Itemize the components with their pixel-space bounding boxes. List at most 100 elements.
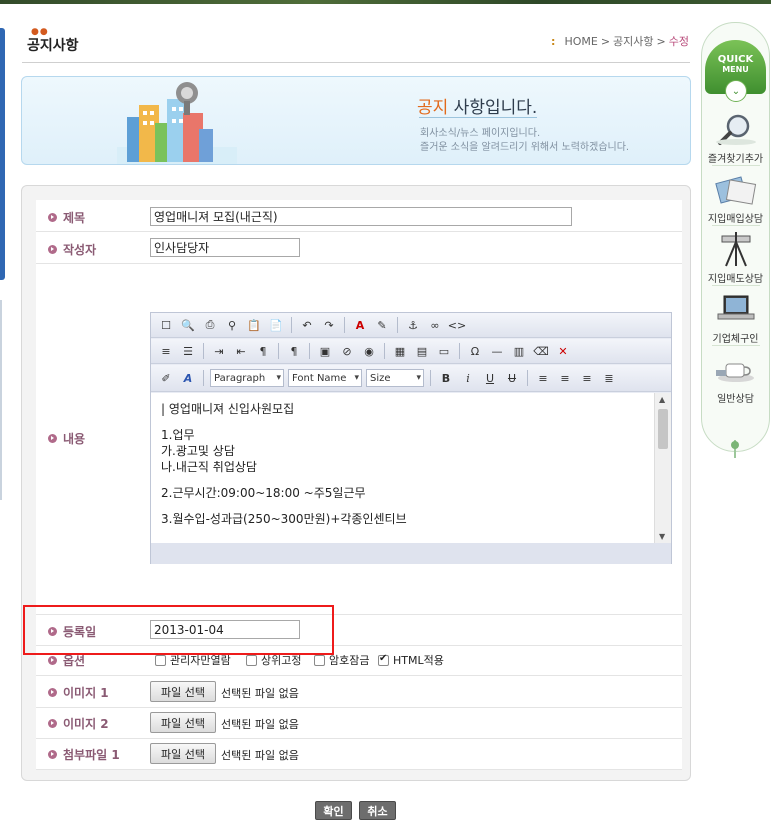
align-justify-icon[interactable]: ≣ — [600, 369, 618, 387]
checkbox-checked[interactable] — [378, 653, 389, 666]
image-icon[interactable]: ▣ — [316, 342, 334, 360]
toolbar-separator — [344, 317, 345, 333]
label-bullet-icon — [48, 656, 57, 665]
quick-item-general-consult[interactable]: 일반상담 — [703, 390, 768, 405]
format-select[interactable]: Paragraph — [210, 369, 284, 387]
remove-format-icon[interactable]: ✕ — [554, 342, 572, 360]
breadcrumb-home[interactable]: HOME — [564, 35, 597, 48]
left-nav-edge — [0, 28, 5, 280]
quick-item-buy-consult[interactable]: 지입매입상담 — [703, 210, 768, 225]
editor-content-area[interactable]: | 영업매니져 신입사원모집 1.업무 가.광고및 상담 나.내근직 취업상담 … — [151, 393, 654, 543]
label-bullet-icon — [48, 245, 57, 254]
notice-banner: 공지 사항입니다. 회사소식/뉴스 페이지입니다. 즐거운 소식을 알려드리기 … — [21, 76, 691, 165]
quick-menu-toggle-icon[interactable]: ⌄ — [725, 80, 747, 102]
option-html[interactable]: HTML적용 — [378, 652, 444, 668]
scroll-down-icon[interactable]: ▼ — [659, 532, 665, 541]
special-char-icon[interactable]: Ω — [466, 342, 484, 360]
toolbar-separator — [459, 343, 460, 359]
left-nav-edge-lower — [0, 300, 2, 500]
breadcrumb-notice[interactable]: 공지사항 — [613, 33, 653, 49]
horizontal-rule-icon[interactable]: — — [488, 342, 506, 360]
toolbar-separator — [397, 317, 398, 333]
documents-icon — [715, 176, 757, 205]
font-size-select[interactable]: Size — [366, 369, 424, 387]
outdent-icon[interactable]: ⇤ — [232, 342, 250, 360]
rich-text-editor: ☐ 🔍 ⎙ ⚲ 📋 📄 ↶ ↷ A ✎ ⚓ ∞ <> ≡ ☰ ⇥ ⇤ ¶ ¶ ▣… — [150, 312, 672, 564]
underline-icon[interactable]: U — [481, 369, 499, 387]
confirm-button[interactable]: 확인 — [315, 801, 352, 820]
editor-status-bar — [151, 543, 671, 564]
label-bullet-icon — [48, 688, 57, 697]
quick-item-company-hiring[interactable]: 기업체구인 — [703, 330, 768, 345]
paste-text-icon[interactable]: 📋 — [245, 316, 263, 334]
text-color-icon[interactable]: A — [351, 316, 369, 334]
quick-item-sell-consult[interactable]: 지입매도상담 — [703, 270, 768, 285]
source-code-icon[interactable]: <> — [448, 316, 466, 334]
anchor-icon[interactable]: ⚓ — [404, 316, 422, 334]
form-icon[interactable]: ▭ — [435, 342, 453, 360]
scrollbar-thumb[interactable] — [658, 409, 668, 449]
italic-icon[interactable]: i — [459, 369, 477, 387]
ordered-list-icon[interactable]: ≡ — [157, 342, 175, 360]
author-input[interactable] — [150, 238, 300, 257]
media-icon[interactable]: ◉ — [360, 342, 378, 360]
insert-box-icon[interactable]: ▥ — [510, 342, 528, 360]
bold-icon[interactable]: B — [437, 369, 455, 387]
find-icon[interactable]: ⚲ — [223, 316, 241, 334]
magnifier-icon — [716, 114, 756, 145]
rtl-icon[interactable]: ¶ — [285, 342, 303, 360]
editor-line: 3.월수입-성과급(250~300만원)+각종인센티브 — [161, 512, 407, 526]
toolbar-separator — [203, 370, 204, 386]
toolbar-separator — [384, 343, 385, 359]
link-icon[interactable]: ∞ — [426, 316, 444, 334]
ltr-icon[interactable]: ¶ — [254, 342, 272, 360]
align-left-icon[interactable]: ≡ — [534, 369, 552, 387]
flash-icon[interactable]: ⊘ — [338, 342, 356, 360]
eraser-icon[interactable]: ⌫ — [532, 342, 550, 360]
image2-file-button[interactable]: 파일 선택 — [150, 712, 216, 733]
undo-icon[interactable]: ↶ — [298, 316, 316, 334]
label-bullet-icon — [48, 434, 57, 443]
content-label: 내용 — [48, 430, 85, 447]
indent-icon[interactable]: ⇥ — [210, 342, 228, 360]
image2-file-status: 선택된 파일 없음 — [221, 718, 299, 731]
quick-menu-stem-dot — [731, 441, 739, 449]
editor-toolbar-1: ☐ 🔍 ⎙ ⚲ 📋 📄 ↶ ↷ A ✎ ⚓ ∞ <> — [151, 313, 671, 338]
checkbox[interactable] — [314, 654, 325, 666]
strikethrough-icon[interactable]: U — [503, 369, 521, 387]
quick-menu-divider — [712, 225, 760, 226]
image1-file-button[interactable]: 파일 선택 — [150, 681, 216, 702]
style-icon[interactable]: A — [179, 369, 197, 387]
quick-item-favorite[interactable]: 즐겨찾기추가 — [703, 150, 768, 165]
laptop-icon — [717, 295, 755, 320]
print-icon[interactable]: ⎙ — [201, 316, 219, 334]
subject-input[interactable] — [150, 207, 572, 226]
banner-headline: 공지 사항입니다. — [417, 98, 538, 118]
table-icon[interactable]: ▦ — [391, 342, 409, 360]
fullscreen-icon[interactable]: ☐ — [157, 316, 175, 334]
page-title: 공지사항 — [27, 38, 79, 54]
align-center-icon[interactable]: ≡ — [556, 369, 574, 387]
highlight-color-icon[interactable]: ✎ — [373, 316, 391, 334]
preview-icon[interactable]: 🔍 — [179, 316, 197, 334]
align-right-icon[interactable]: ≡ — [578, 369, 596, 387]
quick-menu-divider — [712, 345, 760, 346]
paste-word-icon[interactable]: 📄 — [267, 316, 285, 334]
image1-file-status: 선택된 파일 없음 — [221, 687, 299, 700]
edit-style-icon[interactable]: ✐ — [157, 369, 175, 387]
toolbar-separator — [203, 343, 204, 359]
attachment-file-button[interactable]: 파일 선택 — [150, 743, 216, 764]
cancel-button[interactable]: 취소 — [359, 801, 396, 820]
checkbox[interactable] — [246, 654, 257, 666]
bullet-list-icon[interactable]: ☰ — [179, 342, 197, 360]
table-edit-icon[interactable]: ▤ — [413, 342, 431, 360]
checkbox[interactable] — [155, 654, 166, 666]
editor-toolbar-2: ≡ ☰ ⇥ ⇤ ¶ ¶ ▣ ⊘ ◉ ▦ ▤ ▭ Ω — ▥ ⌫ ✕ — [151, 339, 671, 364]
scroll-up-icon[interactable]: ▲ — [659, 395, 665, 404]
header-divider — [22, 62, 690, 63]
subject-label: 제목 — [48, 209, 85, 226]
editor-toolbar-3: ✐ A Paragraph Font Name Size B i U U ≡ ≡… — [151, 365, 671, 392]
editor-scrollbar[interactable]: ▲ ▼ — [654, 393, 671, 543]
redo-icon[interactable]: ↷ — [320, 316, 338, 334]
font-name-select[interactable]: Font Name — [288, 369, 362, 387]
